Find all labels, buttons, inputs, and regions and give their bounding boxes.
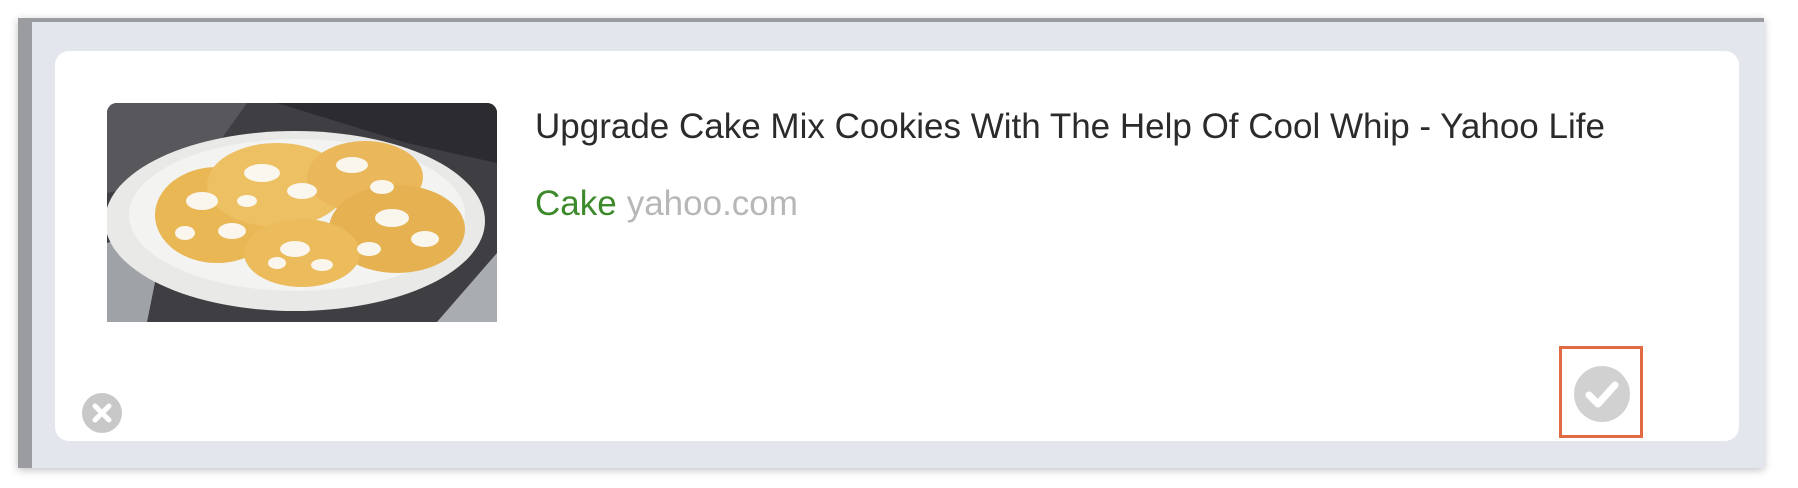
check-icon: [1574, 366, 1630, 422]
close-icon: [82, 393, 122, 433]
close-button[interactable]: [82, 393, 122, 433]
link-preview-card: Upgrade Cake Mix Cookies With The Help O…: [55, 51, 1739, 441]
article-title[interactable]: Upgrade Cake Mix Cookies With The Help O…: [535, 107, 1605, 147]
category-tag[interactable]: Cake: [535, 184, 617, 223]
source-domain: yahoo.com: [626, 184, 798, 223]
article-meta: Cake yahoo.com: [535, 184, 798, 224]
confirm-button[interactable]: [1559, 346, 1643, 438]
preview-thumbnail: [107, 103, 497, 322]
